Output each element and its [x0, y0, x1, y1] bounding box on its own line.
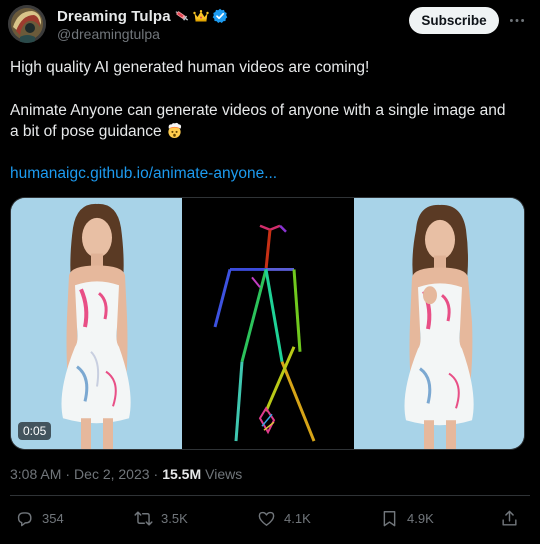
tweet-text-line: a bit of pose guidance	[10, 123, 162, 140]
meta-separator: ·	[65, 466, 71, 482]
avatar-image	[8, 5, 46, 43]
tweet-post: Dreaming Tulpa @dreamingtulpa Subscribe …	[0, 0, 540, 544]
post-date[interactable]: Dec 2, 2023	[74, 466, 150, 482]
views-count: 15.5M	[162, 466, 202, 482]
author-display-name[interactable]: Dreaming Tulpa	[57, 8, 171, 25]
bookmark-button[interactable]: 4.9K	[380, 509, 434, 528]
views-label: Views	[205, 466, 243, 482]
exploding-head-emoji-icon	[166, 122, 183, 139]
repost-button[interactable]: 3.5K	[134, 509, 188, 528]
reference-woman-image	[11, 198, 182, 449]
tweet-text-line: Animate Anyone can generate videos of an…	[10, 102, 506, 119]
syringe-emoji-icon	[174, 8, 190, 24]
pose-skeleton-panel	[182, 198, 354, 449]
repost-count: 3.5K	[161, 511, 188, 526]
bookmark-count: 4.9K	[407, 511, 434, 526]
heart-icon	[258, 511, 275, 526]
reference-image-panel: 0:05	[11, 198, 182, 449]
divider	[10, 495, 530, 496]
like-button[interactable]: 4.1K	[257, 509, 311, 528]
meta-separator: ·	[153, 466, 159, 482]
more-horizontal-icon[interactable]	[506, 11, 528, 29]
share-button[interactable]	[500, 509, 519, 528]
avatar[interactable]	[8, 5, 46, 43]
tweet-meta: 3:08 AM · Dec 2, 2023 · 15.5M Views	[10, 466, 242, 482]
verified-badge-icon[interactable]	[212, 8, 228, 24]
share-icon	[502, 510, 517, 526]
reply-button[interactable]: 354	[15, 509, 64, 528]
reply-icon	[17, 512, 32, 527]
tweet-text-line: High quality AI generated human videos a…	[10, 59, 370, 76]
video-player[interactable]: 0:05	[10, 197, 525, 450]
reply-count: 354	[42, 511, 64, 526]
like-count: 4.1K	[284, 511, 311, 526]
bookmark-icon	[383, 511, 396, 527]
pose-skeleton-image	[182, 198, 354, 449]
video-duration: 0:05	[18, 422, 52, 440]
crown-emoji-icon	[192, 8, 209, 24]
author-handle[interactable]: @dreamingtulpa	[57, 26, 160, 42]
generated-frame-panel	[354, 198, 524, 449]
author-name-row[interactable]: Dreaming Tulpa	[57, 7, 228, 25]
post-time[interactable]: 3:08 AM	[10, 466, 61, 482]
tweet-text-line-with-emoji: a bit of pose guidance	[10, 121, 530, 142]
repost-icon	[134, 511, 153, 526]
subscribe-button[interactable]: Subscribe	[409, 7, 499, 34]
generated-woman-image	[354, 198, 524, 449]
external-link[interactable]: humanaigc.github.io/animate-anyone...	[10, 165, 277, 183]
